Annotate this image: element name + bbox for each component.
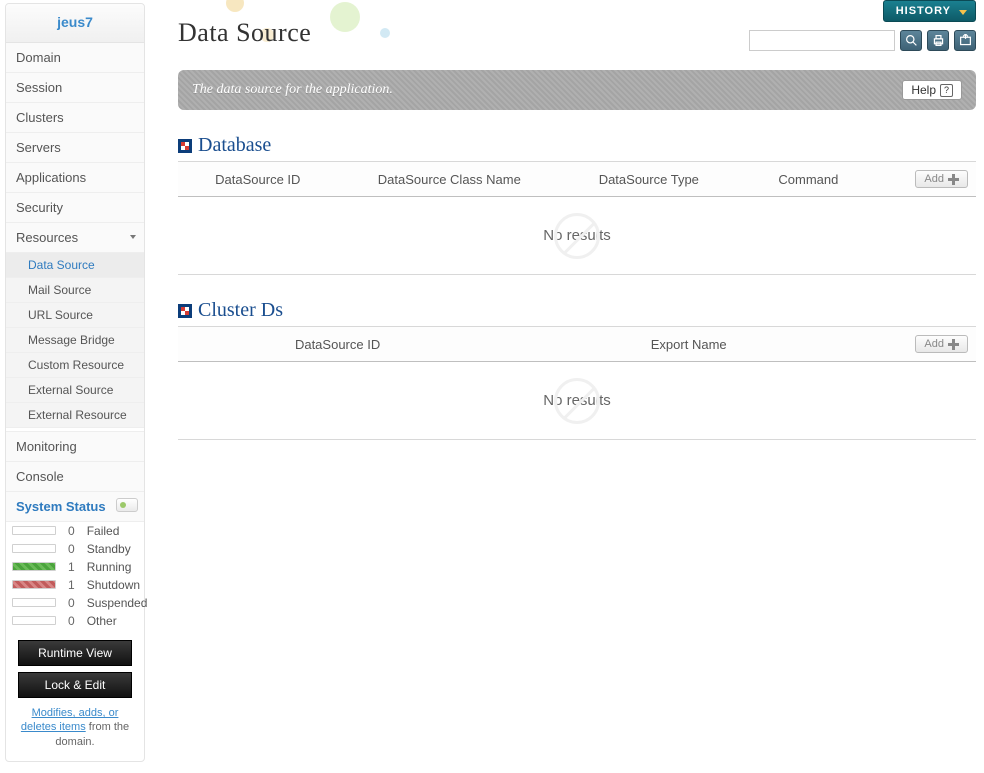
sidebar-item-monitoring[interactable]: Monitoring	[6, 432, 144, 462]
runtime-view-button[interactable]: Runtime View	[18, 640, 132, 666]
section-database-title: Database	[198, 134, 271, 157]
database-add-button[interactable]: Add	[915, 170, 968, 188]
section-clusterds-title: Cluster Ds	[198, 299, 283, 322]
status-label: Shutdown	[81, 576, 154, 594]
col-export-name: Export Name	[497, 327, 880, 362]
sidebar-item-security[interactable]: Security	[6, 193, 144, 223]
sidebar-item-servers[interactable]: Servers	[6, 133, 144, 163]
clusterds-add-button[interactable]: Add	[915, 335, 968, 353]
system-status-header: System Status	[6, 492, 144, 522]
status-bar-icon	[12, 598, 56, 607]
status-row: 0Suspended	[6, 594, 153, 612]
status-label: Running	[81, 558, 154, 576]
status-count: 0	[62, 594, 81, 612]
col-datasource-id: DataSource ID	[178, 327, 497, 362]
no-results-icon	[554, 213, 600, 259]
section-database: Database DataSource ID DataSource Class …	[178, 134, 976, 275]
col-datasource-id: DataSource ID	[178, 162, 338, 197]
status-label: Suspended	[81, 594, 154, 612]
sidebar: jeus7 Domain Session Clusters Servers Ap…	[5, 3, 145, 762]
sidebar-sub-custom-resource[interactable]: Custom Resource	[6, 353, 144, 378]
section-icon	[178, 304, 192, 318]
database-no-results-cell: No results	[178, 197, 976, 275]
no-results: No results	[543, 392, 611, 409]
sidebar-item-resources[interactable]: Resources	[6, 223, 144, 253]
sidebar-item-session[interactable]: Session	[6, 73, 144, 103]
sidebar-item-clusters[interactable]: Clusters	[6, 103, 144, 133]
status-count: 1	[62, 558, 81, 576]
status-count: 0	[62, 612, 81, 630]
sidebar-sub-mail-source[interactable]: Mail Source	[6, 278, 144, 303]
status-count: 1	[62, 576, 81, 594]
col-add: Add	[880, 327, 976, 362]
no-results-icon	[554, 378, 600, 424]
status-label: Standby	[81, 540, 154, 558]
status-bar-icon	[12, 616, 56, 625]
sidebar-sub-external-resource[interactable]: External Resource	[6, 403, 144, 428]
info-bar-text: The data source for the application.	[192, 82, 393, 98]
col-datasource-type: DataSource Type	[561, 162, 737, 197]
status-label: Other	[81, 612, 154, 630]
section-clusterds: Cluster Ds DataSource ID Export Name Add…	[178, 299, 976, 440]
sidebar-sub-resources: Data Source Mail Source URL Source Messa…	[6, 253, 144, 428]
main-area: HISTORY Data Source The data source for …	[178, 0, 976, 440]
info-bar: The data source for the application. Hel…	[178, 70, 976, 110]
add-label: Add	[924, 173, 944, 185]
sidebar-note: Modifies, adds, or deletes items from th…	[6, 698, 144, 761]
plus-icon	[948, 174, 959, 185]
plus-icon	[948, 339, 959, 350]
database-table: DataSource ID DataSource Class Name Data…	[178, 161, 976, 275]
status-row: 1Running	[6, 558, 153, 576]
help-icon: ?	[940, 84, 953, 97]
clusterds-no-results-cell: No results	[178, 362, 976, 440]
sidebar-sub-message-bridge[interactable]: Message Bridge	[6, 328, 144, 353]
col-add: Add	[880, 162, 976, 197]
add-label: Add	[924, 338, 944, 350]
help-label: Help	[911, 83, 936, 97]
sidebar-logo: jeus7	[6, 4, 144, 43]
status-row: 0Standby	[6, 540, 153, 558]
page-title: Data Source	[178, 0, 976, 56]
status-bar-icon	[12, 544, 56, 553]
status-row: 0Other	[6, 612, 153, 630]
help-button[interactable]: Help ?	[902, 80, 962, 100]
sidebar-sub-url-source[interactable]: URL Source	[6, 303, 144, 328]
sidebar-item-console[interactable]: Console	[6, 462, 144, 492]
system-status-label: System Status	[16, 499, 106, 514]
status-bar-icon	[12, 562, 56, 571]
system-status-toggle-icon[interactable]	[116, 498, 138, 512]
col-command: Command	[737, 162, 881, 197]
status-count: 0	[62, 540, 81, 558]
system-status-table: 0Failed0Standby1Running1Shutdown0Suspend…	[6, 522, 153, 630]
sidebar-sub-external-source[interactable]: External Source	[6, 378, 144, 403]
status-bar-icon	[12, 580, 56, 589]
no-results: No results	[543, 227, 611, 244]
status-label: Failed	[81, 522, 154, 540]
clusterds-table: DataSource ID Export Name Add No results	[178, 326, 976, 440]
sidebar-sub-data-source[interactable]: Data Source	[6, 253, 144, 278]
section-icon	[178, 139, 192, 153]
status-row: 0Failed	[6, 522, 153, 540]
status-row: 1Shutdown	[6, 576, 153, 594]
section-clusterds-header: Cluster Ds	[178, 299, 976, 322]
status-bar-icon	[12, 526, 56, 535]
col-datasource-class: DataSource Class Name	[338, 162, 561, 197]
lock-edit-button[interactable]: Lock & Edit	[18, 672, 132, 698]
section-database-header: Database	[178, 134, 976, 157]
sidebar-item-domain[interactable]: Domain	[6, 43, 144, 73]
sidebar-item-applications[interactable]: Applications	[6, 163, 144, 193]
status-count: 0	[62, 522, 81, 540]
